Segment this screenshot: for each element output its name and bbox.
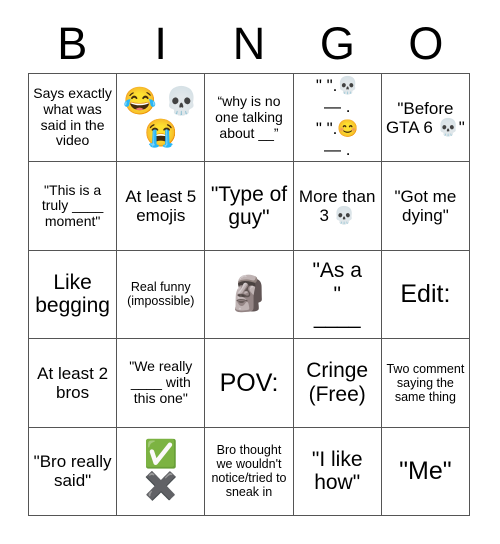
bingo-cell-n4-text: POV: — [219, 368, 279, 397]
bingo-cell-n2-text: "Type of guy" — [210, 182, 293, 230]
bingo-cell-b2-text: "This is a truly ____ moment" — [41, 181, 108, 229]
bingo-cell-n5-text: Bro thought we wouldn't notice/tried to … — [211, 443, 290, 500]
bingo-cell-i1[interactable]: 😂 💀 😭 — [117, 74, 206, 163]
bingo-cell-b2[interactable]: "This is a truly ____ moment" — [29, 162, 118, 251]
bingo-cell-g3-text: "As a " ____ — [312, 259, 362, 330]
bingo-cell-b4[interactable]: At least 2 bros — [29, 339, 118, 428]
bingo-header: B I N G O — [28, 14, 470, 73]
bingo-cell-g2-text: More than 3 💀 — [298, 187, 381, 226]
check-and-cross-icon: ✅ ✖️ — [143, 439, 178, 502]
bingo-cell-i1-text: 😂 💀 😭 — [123, 85, 199, 148]
bingo-cell-b5[interactable]: "Bro really said" — [29, 427, 118, 516]
bingo-cell-i5[interactable]: ✅ ✖️ — [117, 427, 206, 516]
bingo-cell-g3[interactable]: "As a " ____ — [293, 250, 382, 340]
bingo-cell-b1[interactable]: Says exactly what was said in the video — [29, 74, 118, 163]
bingo-cell-g1-text: " ".💀 — . " ".😊 — . — [315, 76, 359, 159]
header-letter-i: I — [154, 18, 167, 69]
bingo-cell-n1-text: “why is no one talking about __” — [215, 93, 287, 141]
bingo-cell-i3[interactable]: Real funny (impossible) — [117, 250, 206, 340]
bingo-cell-i2-text: At least 5 emojis — [125, 187, 201, 226]
bingo-cell-n5[interactable]: Bro thought we wouldn't notice/tried to … — [205, 427, 294, 516]
bingo-cell-n4[interactable]: POV: — [205, 339, 294, 428]
bingo-cell-o3[interactable]: Edit: — [381, 250, 470, 340]
bingo-cell-o1[interactable]: "Before GTA 6 💀" — [381, 74, 470, 163]
bingo-cell-i3-text: Real funny (impossible) — [127, 280, 195, 309]
bingo-cell-o3-text: Edit: — [400, 280, 451, 309]
bingo-card: B I N G O Says exactly what was said in … — [0, 0, 500, 544]
bingo-cell-o4-text: Two comment saying the same thing — [386, 361, 468, 404]
bingo-cell-o1-text: "Before GTA 6 💀" — [385, 98, 465, 137]
bingo-cell-o5[interactable]: "Me" — [381, 427, 470, 516]
header-letter-g: G — [319, 18, 355, 69]
bingo-cell-g2[interactable]: More than 3 💀 — [293, 162, 382, 251]
bingo-cell-n2[interactable]: "Type of guy" — [205, 162, 294, 251]
bingo-cell-b4-text: At least 2 bros — [37, 363, 113, 402]
bingo-cell-o4[interactable]: Two comment saying the same thing — [381, 339, 470, 428]
bingo-cell-g5[interactable]: "I like how" — [293, 427, 382, 516]
bingo-cell-b5-text: "Bro really said" — [33, 452, 117, 491]
bingo-cell-o2[interactable]: "Got me dying" — [381, 162, 470, 251]
bingo-cell-n3[interactable]: 🗿 — [205, 250, 294, 340]
bingo-cell-o5-text: "Me" — [399, 457, 452, 486]
bingo-cell-g1[interactable]: " ".💀 — . " ".😊 — . — [293, 74, 382, 163]
header-letter-o: O — [408, 18, 444, 69]
bingo-cell-o2-text: "Got me dying" — [394, 187, 462, 226]
bingo-cell-g4-text: Cringe (Free) — [306, 359, 374, 406]
bingo-cell-b1-text: Says exactly what was said in the video — [33, 85, 116, 149]
header-letter-b: B — [57, 18, 88, 69]
bingo-cell-i4-text: "We really ____ with this one" — [129, 358, 197, 406]
bingo-cell-g5-text: "I like how" — [311, 447, 369, 495]
header-letter-n: N — [232, 18, 266, 69]
bingo-grid: Says exactly what was said in the video … — [28, 73, 470, 516]
bingo-cell-b3[interactable]: Like begging — [29, 250, 118, 340]
bingo-cell-g4-free-space[interactable]: Cringe (Free) — [293, 339, 382, 428]
bingo-cell-i2[interactable]: At least 5 emojis — [117, 162, 206, 251]
bingo-cell-i4[interactable]: "We really ____ with this one" — [117, 339, 206, 428]
bingo-cell-b3-text: Like begging — [35, 270, 110, 318]
bingo-cell-n1[interactable]: “why is no one talking about __” — [205, 74, 294, 163]
moai-icon: 🗿 — [227, 274, 271, 313]
